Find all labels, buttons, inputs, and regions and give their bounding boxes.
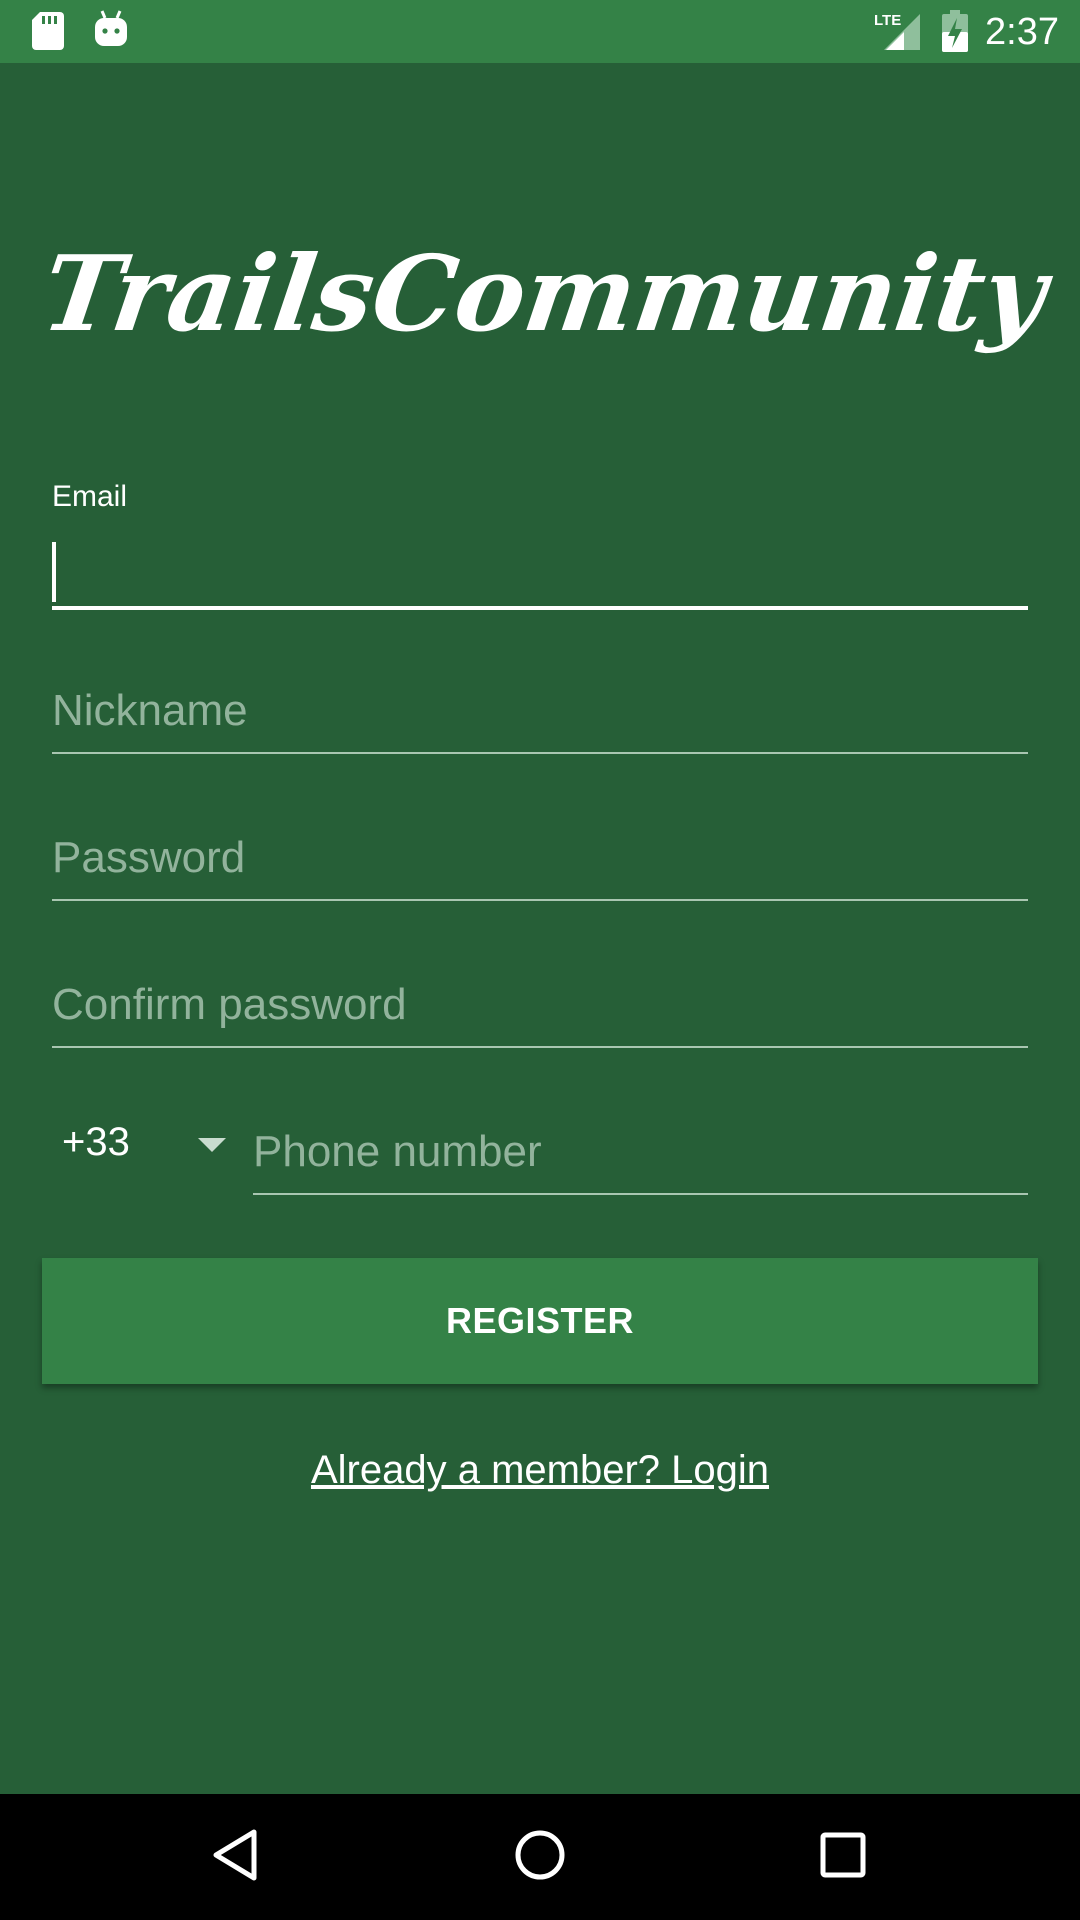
back-icon [212, 1828, 260, 1886]
svg-text:LTE: LTE [874, 12, 901, 29]
phone-input[interactable] [253, 1121, 1028, 1193]
country-code-value: +33 [62, 1120, 130, 1164]
status-bar: LTE 2:37 [0, 0, 1080, 63]
home-icon [514, 1829, 566, 1885]
status-time: 2:37 [985, 11, 1059, 53]
back-button[interactable] [176, 1794, 296, 1920]
navigation-bar [0, 1794, 1080, 1920]
email-input[interactable] [52, 534, 1028, 606]
android-icon [94, 10, 128, 52]
recents-icon [820, 1832, 866, 1882]
recents-button[interactable] [783, 1794, 903, 1920]
country-code-select[interactable]: +33 [52, 1110, 232, 1190]
login-link[interactable]: Already a member? Login [0, 1448, 1080, 1493]
password-field[interactable] [52, 821, 1028, 901]
email-label: Email [52, 480, 128, 513]
phone-field[interactable] [253, 1115, 1028, 1195]
app-logo: TrailsCommunity [0, 225, 1080, 375]
sd-card-icon [32, 12, 64, 54]
confirm-password-field[interactable] [52, 968, 1028, 1048]
dropdown-arrow-icon [198, 1138, 226, 1152]
home-button[interactable] [480, 1794, 600, 1920]
nickname-input[interactable] [52, 680, 1028, 752]
register-button[interactable]: REGISTER [42, 1258, 1038, 1384]
lte-signal-icon: LTE [874, 10, 922, 56]
nickname-field[interactable] [52, 674, 1028, 754]
password-input[interactable] [52, 827, 1028, 899]
email-field[interactable] [52, 528, 1028, 610]
logo-text: TrailsCommunity [35, 232, 1059, 354]
battery-charging-icon [942, 10, 968, 56]
confirm-password-input[interactable] [52, 974, 1028, 1046]
